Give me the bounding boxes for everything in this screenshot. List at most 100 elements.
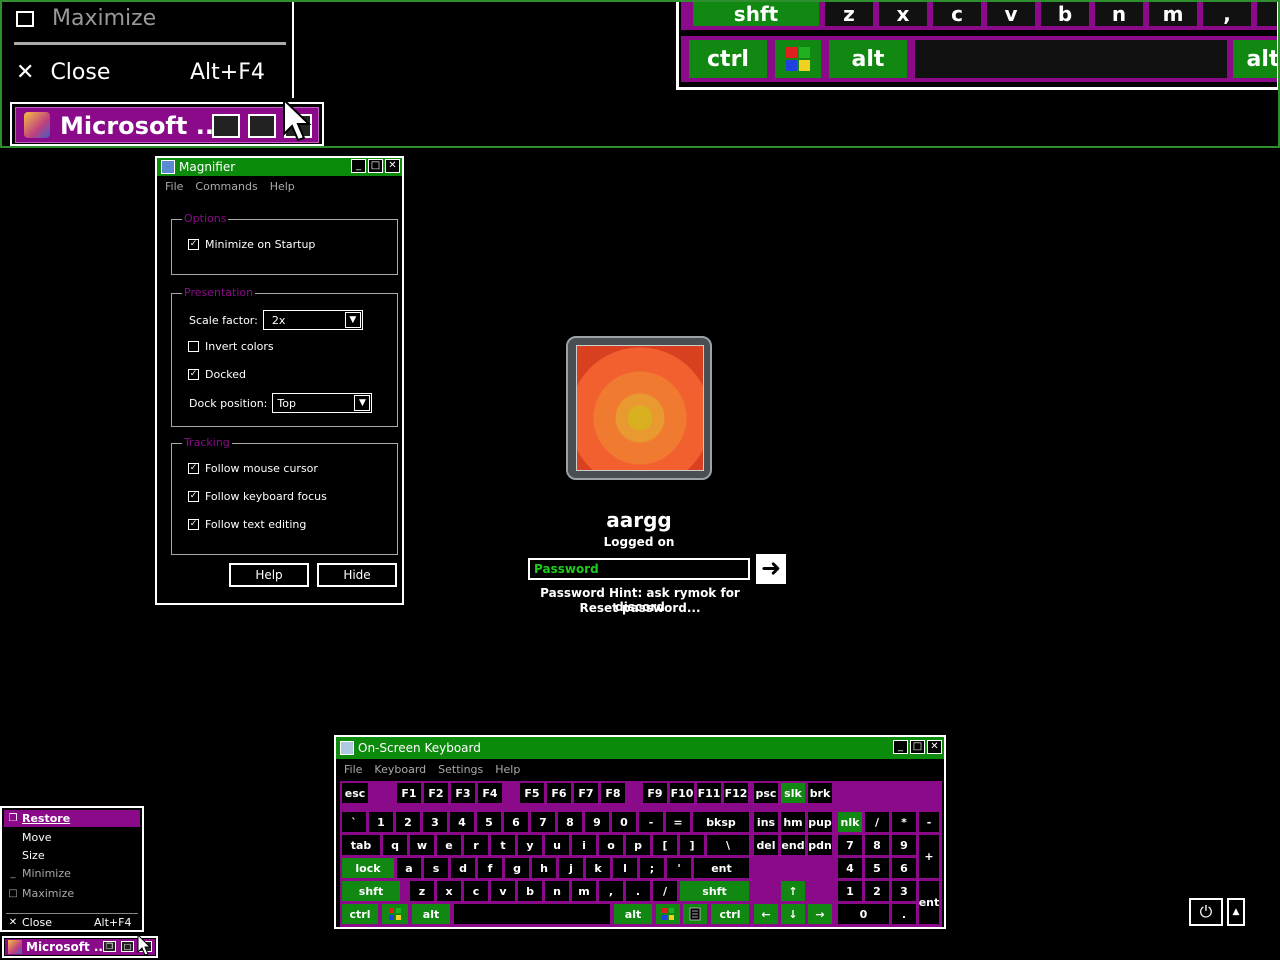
key[interactable]: shft [680, 881, 749, 901]
key[interactable]: F4 [478, 783, 502, 803]
key[interactable]: ent [694, 858, 749, 878]
key[interactable]: 4 [450, 812, 474, 832]
key[interactable]: F11 [697, 783, 721, 803]
key[interactable]: esc [342, 783, 368, 803]
key[interactable]: F3 [451, 783, 475, 803]
key[interactable]: 6 [892, 858, 916, 878]
menu-key-icon[interactable] [683, 904, 707, 924]
key[interactable]: 5 [477, 812, 501, 832]
key[interactable]: g [505, 858, 529, 878]
magnifier-titlebar[interactable]: Magnifier _ □ ✕ [157, 158, 402, 176]
key[interactable]: s [424, 858, 448, 878]
key[interactable]: bksp [693, 812, 749, 832]
menu-settings[interactable]: Settings [438, 763, 483, 776]
key[interactable]: 6 [504, 812, 528, 832]
key[interactable]: F12 [724, 783, 748, 803]
key[interactable]: / [653, 881, 677, 901]
key[interactable]: ins [754, 812, 778, 832]
key[interactable]: = [666, 812, 690, 832]
key[interactable]: 4 [838, 858, 862, 878]
magnified-key-ctrl[interactable]: ctrl [689, 40, 767, 78]
key[interactable]: F7 [574, 783, 598, 803]
magnified-key[interactable]: n [1095, 2, 1143, 26]
key[interactable]: ' [667, 858, 691, 878]
key[interactable]: m [572, 881, 596, 901]
key[interactable]: ] [680, 835, 704, 855]
follow-text-checkbox[interactable]: ✓ Follow text editing [188, 518, 306, 531]
magnified-key-shift[interactable]: shft [693, 2, 819, 26]
key[interactable]: . [892, 904, 916, 924]
key[interactable]: F8 [601, 783, 625, 803]
menu-commands[interactable]: Commands [195, 180, 257, 193]
key[interactable]: j [559, 858, 583, 878]
key[interactable]: . [626, 881, 650, 901]
key[interactable]: 2 [396, 812, 420, 832]
maximize-icon[interactable]: □ [910, 740, 925, 754]
key[interactable]: d [451, 858, 475, 878]
key[interactable]: 1 [838, 881, 862, 901]
menu-item-close[interactable]: ✕ Close Alt+F4 [4, 914, 140, 931]
key[interactable]: slk [781, 783, 805, 803]
menu-item-move[interactable]: Move [4, 829, 140, 846]
magnified-key-alt-right[interactable]: alt [1233, 40, 1277, 78]
magnified-key[interactable]: , [1203, 2, 1251, 26]
key[interactable]: alt [412, 904, 450, 924]
key[interactable]: 8 [558, 812, 582, 832]
key[interactable]: z [410, 881, 434, 901]
magnified-key[interactable]: z [825, 2, 873, 26]
key[interactable]: 7 [531, 812, 555, 832]
password-input[interactable]: Password [528, 558, 750, 580]
arrow-right-key[interactable]: → [808, 904, 832, 924]
minimize-icon[interactable]: _ [893, 740, 908, 754]
key[interactable]: 2 [865, 881, 889, 901]
key[interactable]: e [437, 835, 461, 855]
windows-logo-icon[interactable] [775, 40, 821, 78]
minimize-on-startup-checkbox[interactable]: ✓ Minimize on Startup [188, 238, 315, 251]
close-icon[interactable]: ✕ [385, 159, 400, 173]
menu-help[interactable]: Help [270, 180, 295, 193]
minimize-icon[interactable]: _ [351, 159, 366, 173]
magnified-close-item[interactable]: ✕ Close Alt+F4 [16, 60, 265, 85]
key[interactable]: 3 [892, 881, 916, 901]
reset-password-link[interactable]: Reset password... [560, 601, 720, 615]
chevron-down-icon[interactable]: ▼ [344, 312, 361, 328]
dock-position-select[interactable]: Top ▼ [272, 393, 373, 413]
key[interactable]: w [410, 835, 434, 855]
key[interactable]: , [599, 881, 623, 901]
arrow-up-key[interactable]: ↑ [781, 881, 805, 901]
key[interactable]: pup [808, 812, 832, 832]
key[interactable]: \ [707, 835, 749, 855]
key[interactable]: o [599, 835, 623, 855]
key[interactable]: ctrl [711, 904, 749, 924]
power-button[interactable]: ⏻ [1189, 898, 1223, 926]
magnified-key-space[interactable] [915, 40, 1227, 78]
restore-icon[interactable]: ❐ [103, 941, 116, 952]
key[interactable]: p [626, 835, 650, 855]
key[interactable]: F5 [520, 783, 544, 803]
hide-button[interactable]: Hide [317, 563, 397, 587]
key[interactable]: f [478, 858, 502, 878]
key[interactable]: x [437, 881, 461, 901]
key[interactable]: psc [754, 783, 778, 803]
key[interactable]: - [919, 812, 939, 832]
key[interactable]: 1 [369, 812, 393, 832]
key[interactable]: 0 [612, 812, 636, 832]
key[interactable]: a [397, 858, 421, 878]
help-button[interactable]: Help [229, 563, 309, 587]
key[interactable]: n [545, 881, 569, 901]
space-key[interactable] [454, 904, 610, 924]
key[interactable]: - [639, 812, 663, 832]
key[interactable]: ctrl [342, 904, 378, 924]
menu-file[interactable]: File [344, 763, 362, 776]
magnified-key[interactable]: v [987, 2, 1035, 26]
magnified-key-alt[interactable]: alt [829, 40, 907, 78]
key[interactable]: lock [342, 858, 394, 878]
maximize-icon[interactable] [248, 114, 276, 138]
key[interactable]: nlk [838, 812, 862, 832]
key[interactable]: t [491, 835, 515, 855]
menu-item-restore[interactable]: ❐ Restore [4, 810, 140, 827]
invert-colors-checkbox[interactable]: Invert colors [188, 340, 274, 353]
key[interactable]: 0 [838, 904, 889, 924]
chevron-down-icon[interactable]: ▼ [354, 395, 371, 411]
menu-help[interactable]: Help [495, 763, 520, 776]
